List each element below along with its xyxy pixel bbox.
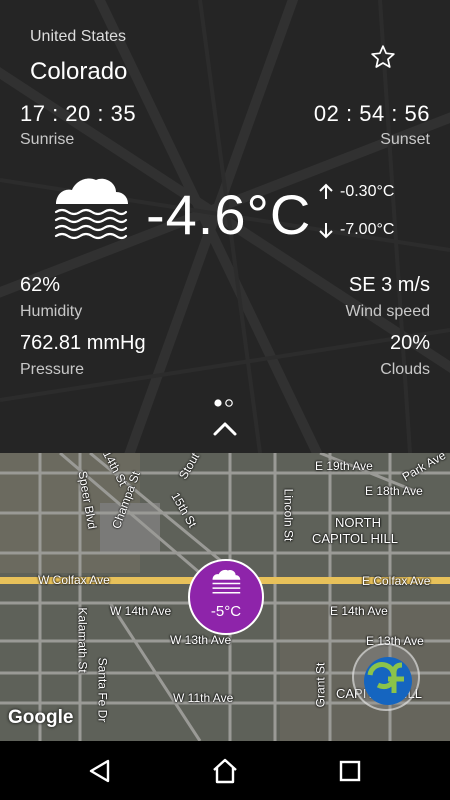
sunrise-label: Sunrise: [20, 131, 75, 148]
street-label: Grant St: [313, 662, 328, 708]
weather-panel: United States Colorado 17 : 20 : 35 Sunr…: [0, 0, 450, 453]
country-label: United States: [30, 28, 127, 45]
street-label: W 13th Ave: [170, 633, 232, 647]
chevron-up-icon[interactable]: [212, 421, 238, 437]
app-logo-button[interactable]: [352, 643, 420, 711]
region-title: Colorado: [30, 58, 128, 85]
neighborhood-label: NORTH: [335, 515, 381, 530]
low-temperature: -7.00°C: [340, 221, 395, 238]
system-navigation-bar: [0, 741, 450, 800]
neighborhood-label: CAPITOL HILL: [312, 531, 398, 546]
fog-cloud-icon: [54, 178, 128, 240]
marker-temperature: -5°C: [210, 603, 242, 620]
high-temperature: -0.30°C: [340, 183, 395, 200]
google-attribution: Google: [8, 707, 74, 728]
street-label: Santa Fe Dr: [95, 657, 110, 723]
favorite-star-icon[interactable]: [370, 44, 396, 70]
humidity-value: 62%: [20, 274, 61, 296]
pressure-value: 762.81 mmHg: [20, 332, 146, 354]
map-view[interactable]: 14th St Stout Park Ave E 19th Ave E 18th…: [0, 453, 450, 741]
clouds-label: Clouds: [380, 361, 430, 378]
clouds-value: 20%: [389, 332, 430, 354]
gf-logo-icon: [364, 657, 412, 705]
recents-icon[interactable]: [336, 757, 364, 785]
sunset-label: Sunset: [380, 131, 430, 148]
current-temperature: -4.6°C: [146, 183, 312, 246]
sunset-time: 02 : 54 : 56: [313, 101, 430, 126]
pressure-label: Pressure: [20, 361, 85, 378]
street-label: E 18th Ave: [365, 484, 423, 498]
street-label: W Colfax Ave: [38, 573, 110, 587]
street-label: W 14th Ave: [110, 604, 172, 618]
arrow-down-icon: [319, 223, 333, 239]
arrow-up-icon: [319, 183, 333, 199]
street-label: E 14th Ave: [330, 604, 388, 618]
humidity-label: Humidity: [20, 303, 83, 320]
street-label: E 19th Ave: [315, 459, 373, 473]
back-icon[interactable]: [86, 757, 114, 785]
home-icon[interactable]: [211, 757, 239, 785]
page-indicator[interactable]: [213, 398, 235, 408]
weather-marker[interactable]: -5°C: [188, 559, 264, 635]
wind-speed-label: Wind speed: [345, 303, 431, 320]
sunrise-time: 17 : 20 : 35: [20, 101, 137, 126]
street-label: E Colfax Ave: [362, 574, 431, 588]
street-label: Kalamath St: [75, 607, 90, 673]
wind-speed-value: SE 3 m/s: [348, 274, 430, 296]
street-label: Lincoln St: [281, 488, 296, 542]
street-label: W 11th Ave: [173, 691, 234, 705]
fog-cloud-icon: [212, 569, 241, 594]
